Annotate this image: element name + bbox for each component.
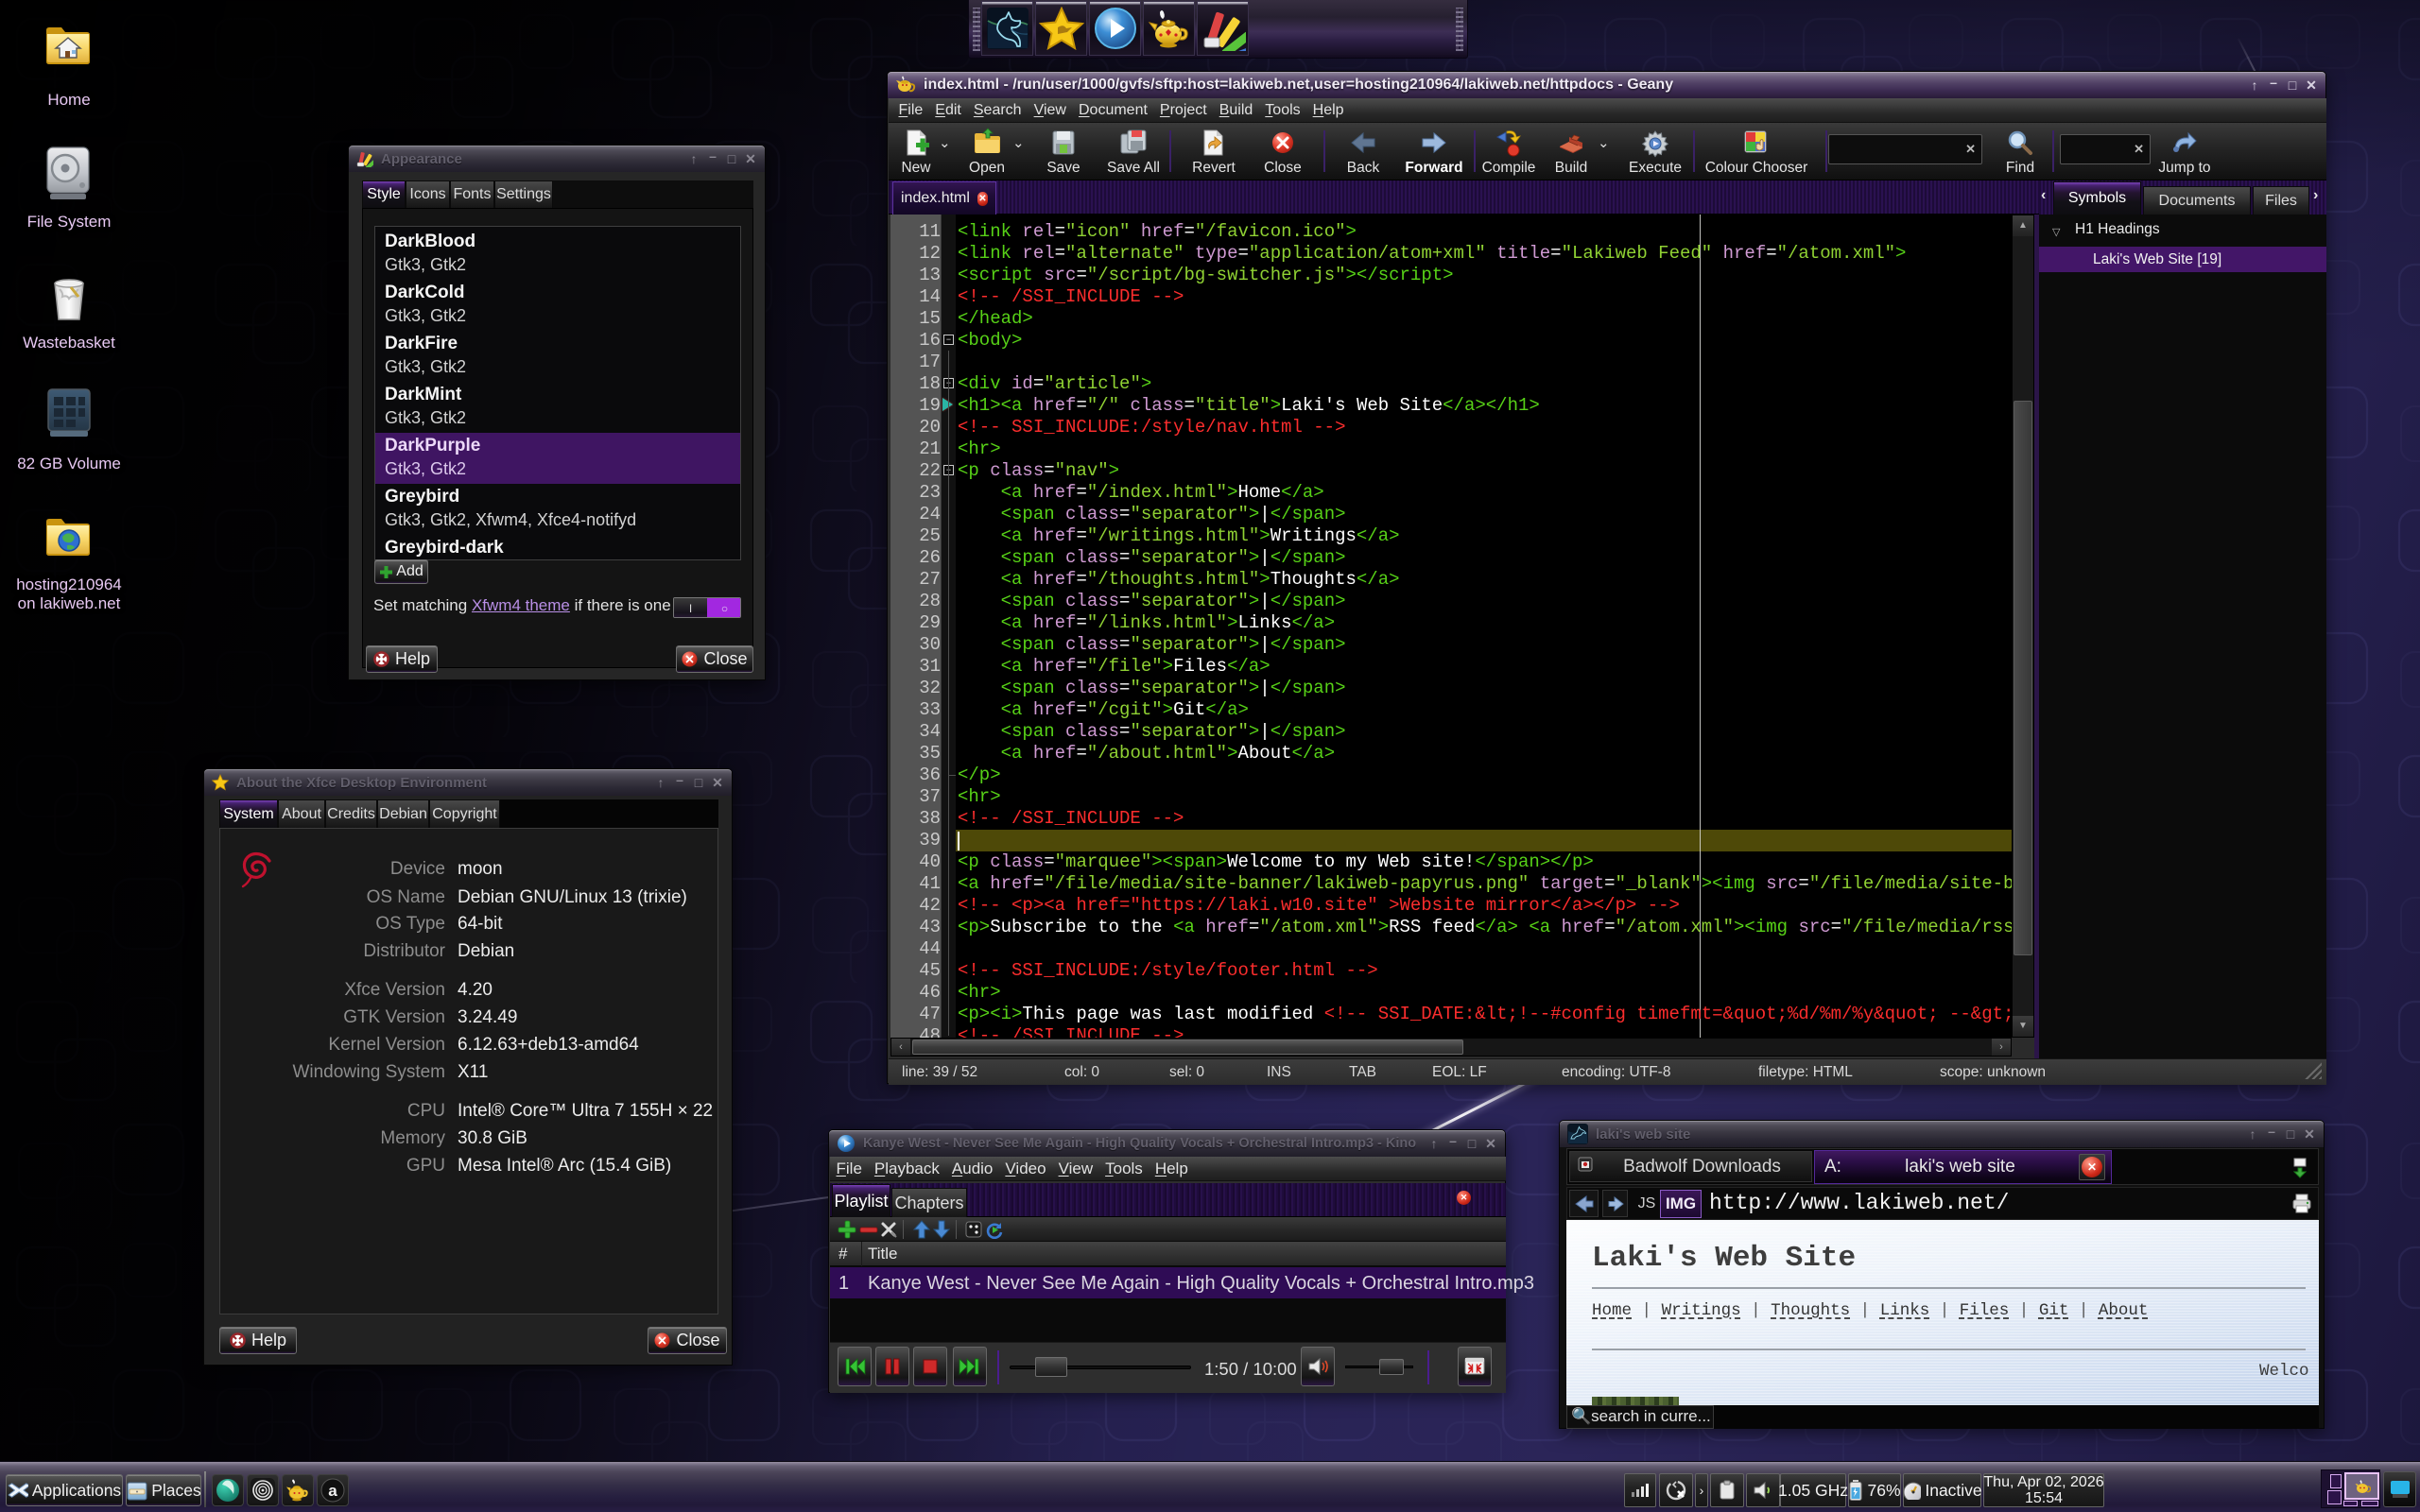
svg-text:a: a	[328, 1482, 337, 1500]
